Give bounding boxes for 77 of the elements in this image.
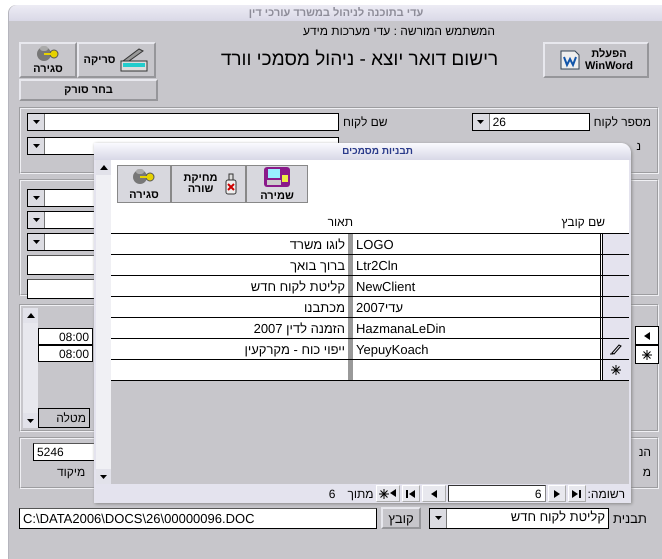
left-arrow-icon bbox=[390, 488, 396, 496]
field-label: תבנית bbox=[613, 510, 647, 526]
file-path-field[interactable]: C:\DATA2006\DOCS\26\00000096.DOC bbox=[19, 508, 377, 528]
scrollbar[interactable] bbox=[23, 308, 38, 428]
caret-icon bbox=[32, 144, 40, 148]
right-arrow-icon bbox=[554, 490, 560, 498]
lock-key-icon bbox=[132, 168, 156, 186]
up-arrow-icon bbox=[26, 313, 34, 318]
first-record-button[interactable] bbox=[402, 485, 420, 502]
record-total: 6 bbox=[328, 486, 336, 500]
dialog-title: תבניות מסמכים bbox=[342, 146, 413, 157]
caret-icon bbox=[32, 196, 40, 200]
form-heading: רישום דואר יוצא - ניהול מסמכי וורד bbox=[220, 49, 498, 71]
description-cell: ייפוי כוח - מקרקעין bbox=[111, 339, 353, 359]
next-record-button[interactable] bbox=[548, 485, 566, 502]
caret-icon bbox=[27, 418, 34, 422]
caret-icon bbox=[32, 218, 40, 222]
left-arrow-icon bbox=[430, 490, 437, 498]
field-label: מיקוד bbox=[57, 465, 86, 479]
of-label: מתוך bbox=[347, 486, 374, 500]
time-cell: 08:00 bbox=[38, 345, 93, 362]
caret-icon bbox=[32, 240, 40, 244]
time-cell: 08:00 bbox=[38, 328, 93, 345]
caret-icon bbox=[100, 474, 107, 478]
column-header: מטלה bbox=[38, 408, 90, 428]
lock-key-icon bbox=[36, 45, 60, 63]
description-cell: מכתבנו bbox=[111, 297, 353, 317]
caret-icon bbox=[32, 120, 40, 124]
field-label: נ bbox=[636, 139, 641, 153]
description-cell: קליטת לקוח חדש bbox=[111, 276, 353, 296]
first-record-icon bbox=[406, 490, 416, 498]
record-selector[interactable] bbox=[603, 360, 629, 380]
column-header: שם קובץ bbox=[561, 215, 605, 229]
bottle-icon bbox=[224, 173, 236, 195]
client-number-combo[interactable]: 26 bbox=[472, 113, 590, 131]
window-title: עדי בתוכנה לניהול במשרד עורכי דין bbox=[248, 7, 424, 19]
last-record-icon bbox=[572, 490, 582, 498]
field-label: הנ bbox=[638, 445, 651, 459]
field-label: מספר לקוח bbox=[594, 115, 651, 129]
asterisk-icon bbox=[611, 365, 621, 375]
scanner-icon bbox=[119, 47, 150, 73]
document-icon bbox=[559, 49, 582, 71]
last-record-button[interactable] bbox=[568, 485, 586, 502]
zip-field[interactable]: 5246 bbox=[33, 443, 95, 461]
template-combo[interactable]: קליטת לקוח חדש bbox=[429, 508, 609, 528]
file-button[interactable]: קובץ bbox=[381, 507, 421, 529]
computer-icon bbox=[263, 166, 291, 187]
caret-icon bbox=[477, 120, 484, 124]
description-cell: לוגו משרד bbox=[111, 234, 353, 254]
asterisk-icon bbox=[642, 350, 652, 360]
user-line: המשתמש המורשה : עדי מערכות מידע bbox=[302, 24, 496, 38]
field-label: מ bbox=[642, 465, 651, 479]
close-button[interactable]: סגירה bbox=[117, 165, 171, 203]
up-arrow-icon bbox=[100, 165, 108, 170]
caret-icon bbox=[434, 516, 442, 520]
select-scanner-button[interactable]: בחר סורק bbox=[19, 79, 158, 101]
new-record-button[interactable] bbox=[635, 345, 659, 364]
record-number-field[interactable]: 6 bbox=[448, 485, 546, 502]
client-number: 26 bbox=[492, 114, 507, 130]
description-cell: הזמנה לדין 2007 bbox=[111, 318, 353, 338]
field-label: שם לקוח bbox=[343, 115, 388, 129]
scrollbar[interactable] bbox=[96, 160, 111, 484]
record-selector[interactable] bbox=[603, 339, 629, 359]
client-name-combo[interactable] bbox=[27, 113, 339, 131]
template-value: קליטת לקוח חדש bbox=[510, 508, 606, 526]
asterisk-icon bbox=[379, 488, 390, 498]
record-label: רשומה: bbox=[588, 486, 625, 500]
scan-button[interactable]: סריקה bbox=[77, 42, 156, 78]
previous-record-button[interactable] bbox=[422, 485, 446, 502]
delete-button[interactable]: מחיקת שורה bbox=[171, 165, 246, 203]
previous-button[interactable] bbox=[635, 326, 659, 345]
save-button[interactable]: שמירה bbox=[246, 165, 308, 203]
column-header: תאור bbox=[328, 215, 353, 229]
description-cell: ברוך בואך bbox=[111, 255, 353, 275]
left-arrow-icon bbox=[644, 332, 650, 340]
pencil-icon bbox=[610, 343, 622, 355]
close-button[interactable]: סגירה bbox=[19, 42, 77, 78]
